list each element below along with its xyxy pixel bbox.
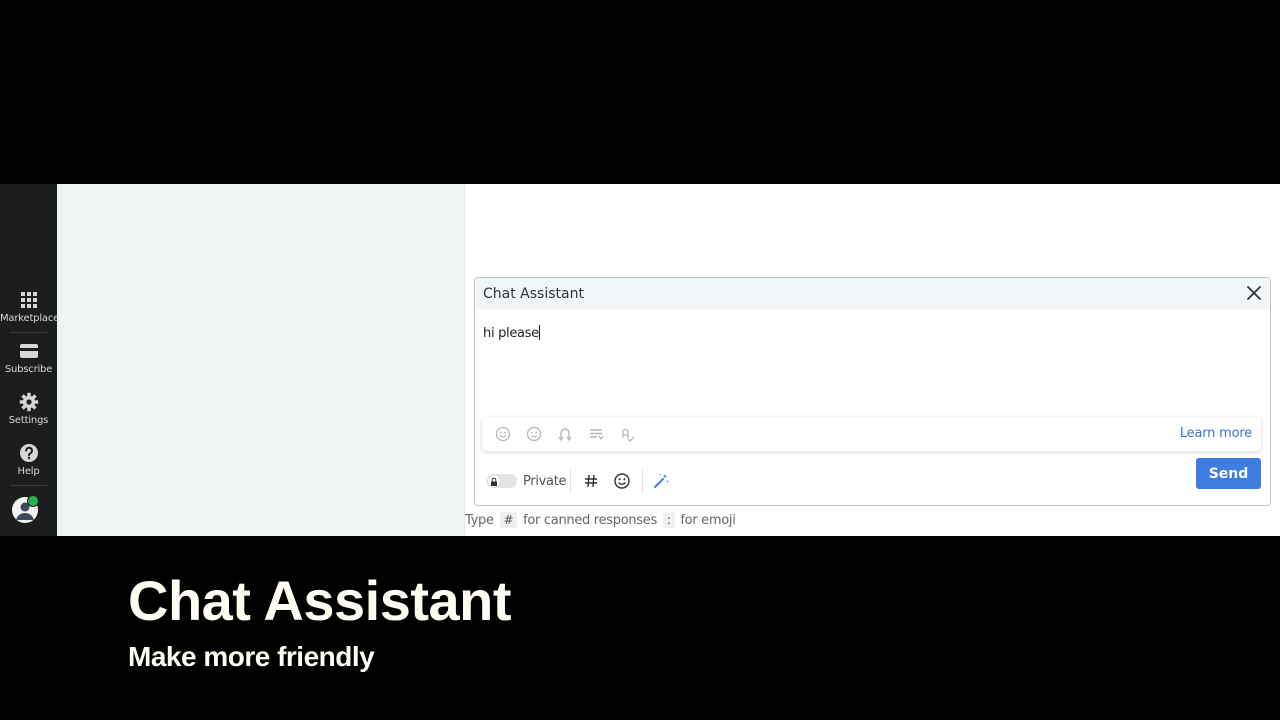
hint-text: for canned responses [523,513,657,528]
conversation-panel: Chat Assistant hi please Learn more Priv… [465,184,1280,536]
help-icon [19,444,38,462]
sidebar-item-settings[interactable]: Settings [0,392,57,426]
lock-icon [491,477,497,486]
dialog-header: Chat Assistant [475,278,1270,309]
learn-more-link[interactable]: Learn more [1180,426,1252,441]
rephrase-icon[interactable] [557,426,573,442]
editor-text: hi please [483,326,539,341]
reply-toolbar: Private Send [475,458,1270,503]
text-caret [538,325,540,340]
sidebar-item-label: Subscribe [4,364,53,375]
private-label: Private [523,474,567,489]
sidebar-divider [10,332,47,333]
close-icon[interactable] [1245,284,1263,302]
hint-text: for emoji [680,513,736,528]
smile-icon[interactable] [495,426,511,442]
private-toggle[interactable] [487,474,517,488]
caption-subtitle: Make more friendly [128,641,375,672]
dialog-title: Chat Assistant [483,286,584,302]
chat-assistant-dialog: Chat Assistant hi please Learn more Priv… [474,277,1271,506]
toolbar-divider [642,470,643,492]
spell-check-icon[interactable] [619,426,635,442]
sidebar-item-label: Help [17,466,40,477]
toggle-knob [488,475,500,487]
grid-icon [20,292,37,308]
hash-key-badge: # [499,512,518,528]
keyboard-hint: Type # for canned responses : for emoji [465,512,736,528]
gear-icon [19,392,38,412]
colon-key-badge: : [662,512,675,528]
online-status-dot [27,495,39,507]
send-button[interactable]: Send [1196,458,1261,489]
app-window: Marketplace Subscribe Settings Help Chat… [0,184,1280,536]
card-icon [19,344,38,358]
sidebar-item-subscribe[interactable]: Subscribe [0,341,57,375]
sidebar-item-label: Marketplace [0,313,60,324]
sidebar-item-marketplace[interactable]: Marketplace [0,290,60,324]
list-icon[interactable] [588,426,604,442]
sidebar-divider [10,485,47,486]
magic-wand-icon[interactable] [652,472,670,490]
toolbar-divider [570,470,571,492]
sidebar-item-help[interactable]: Help [0,443,57,477]
sidebar: Marketplace Subscribe Settings Help [0,184,60,536]
hint-text: Type [465,513,494,528]
sidebar-item-label: Settings [8,415,49,426]
emoji-icon[interactable] [613,472,631,490]
caption-title: Chat Assistant [128,569,512,632]
hashtag-icon[interactable] [582,472,600,490]
message-editor[interactable]: hi please [483,325,540,341]
assistant-actions-bar: Learn more [482,417,1261,451]
neutral-face-icon[interactable] [526,426,542,442]
conversation-list-panel [57,184,465,536]
